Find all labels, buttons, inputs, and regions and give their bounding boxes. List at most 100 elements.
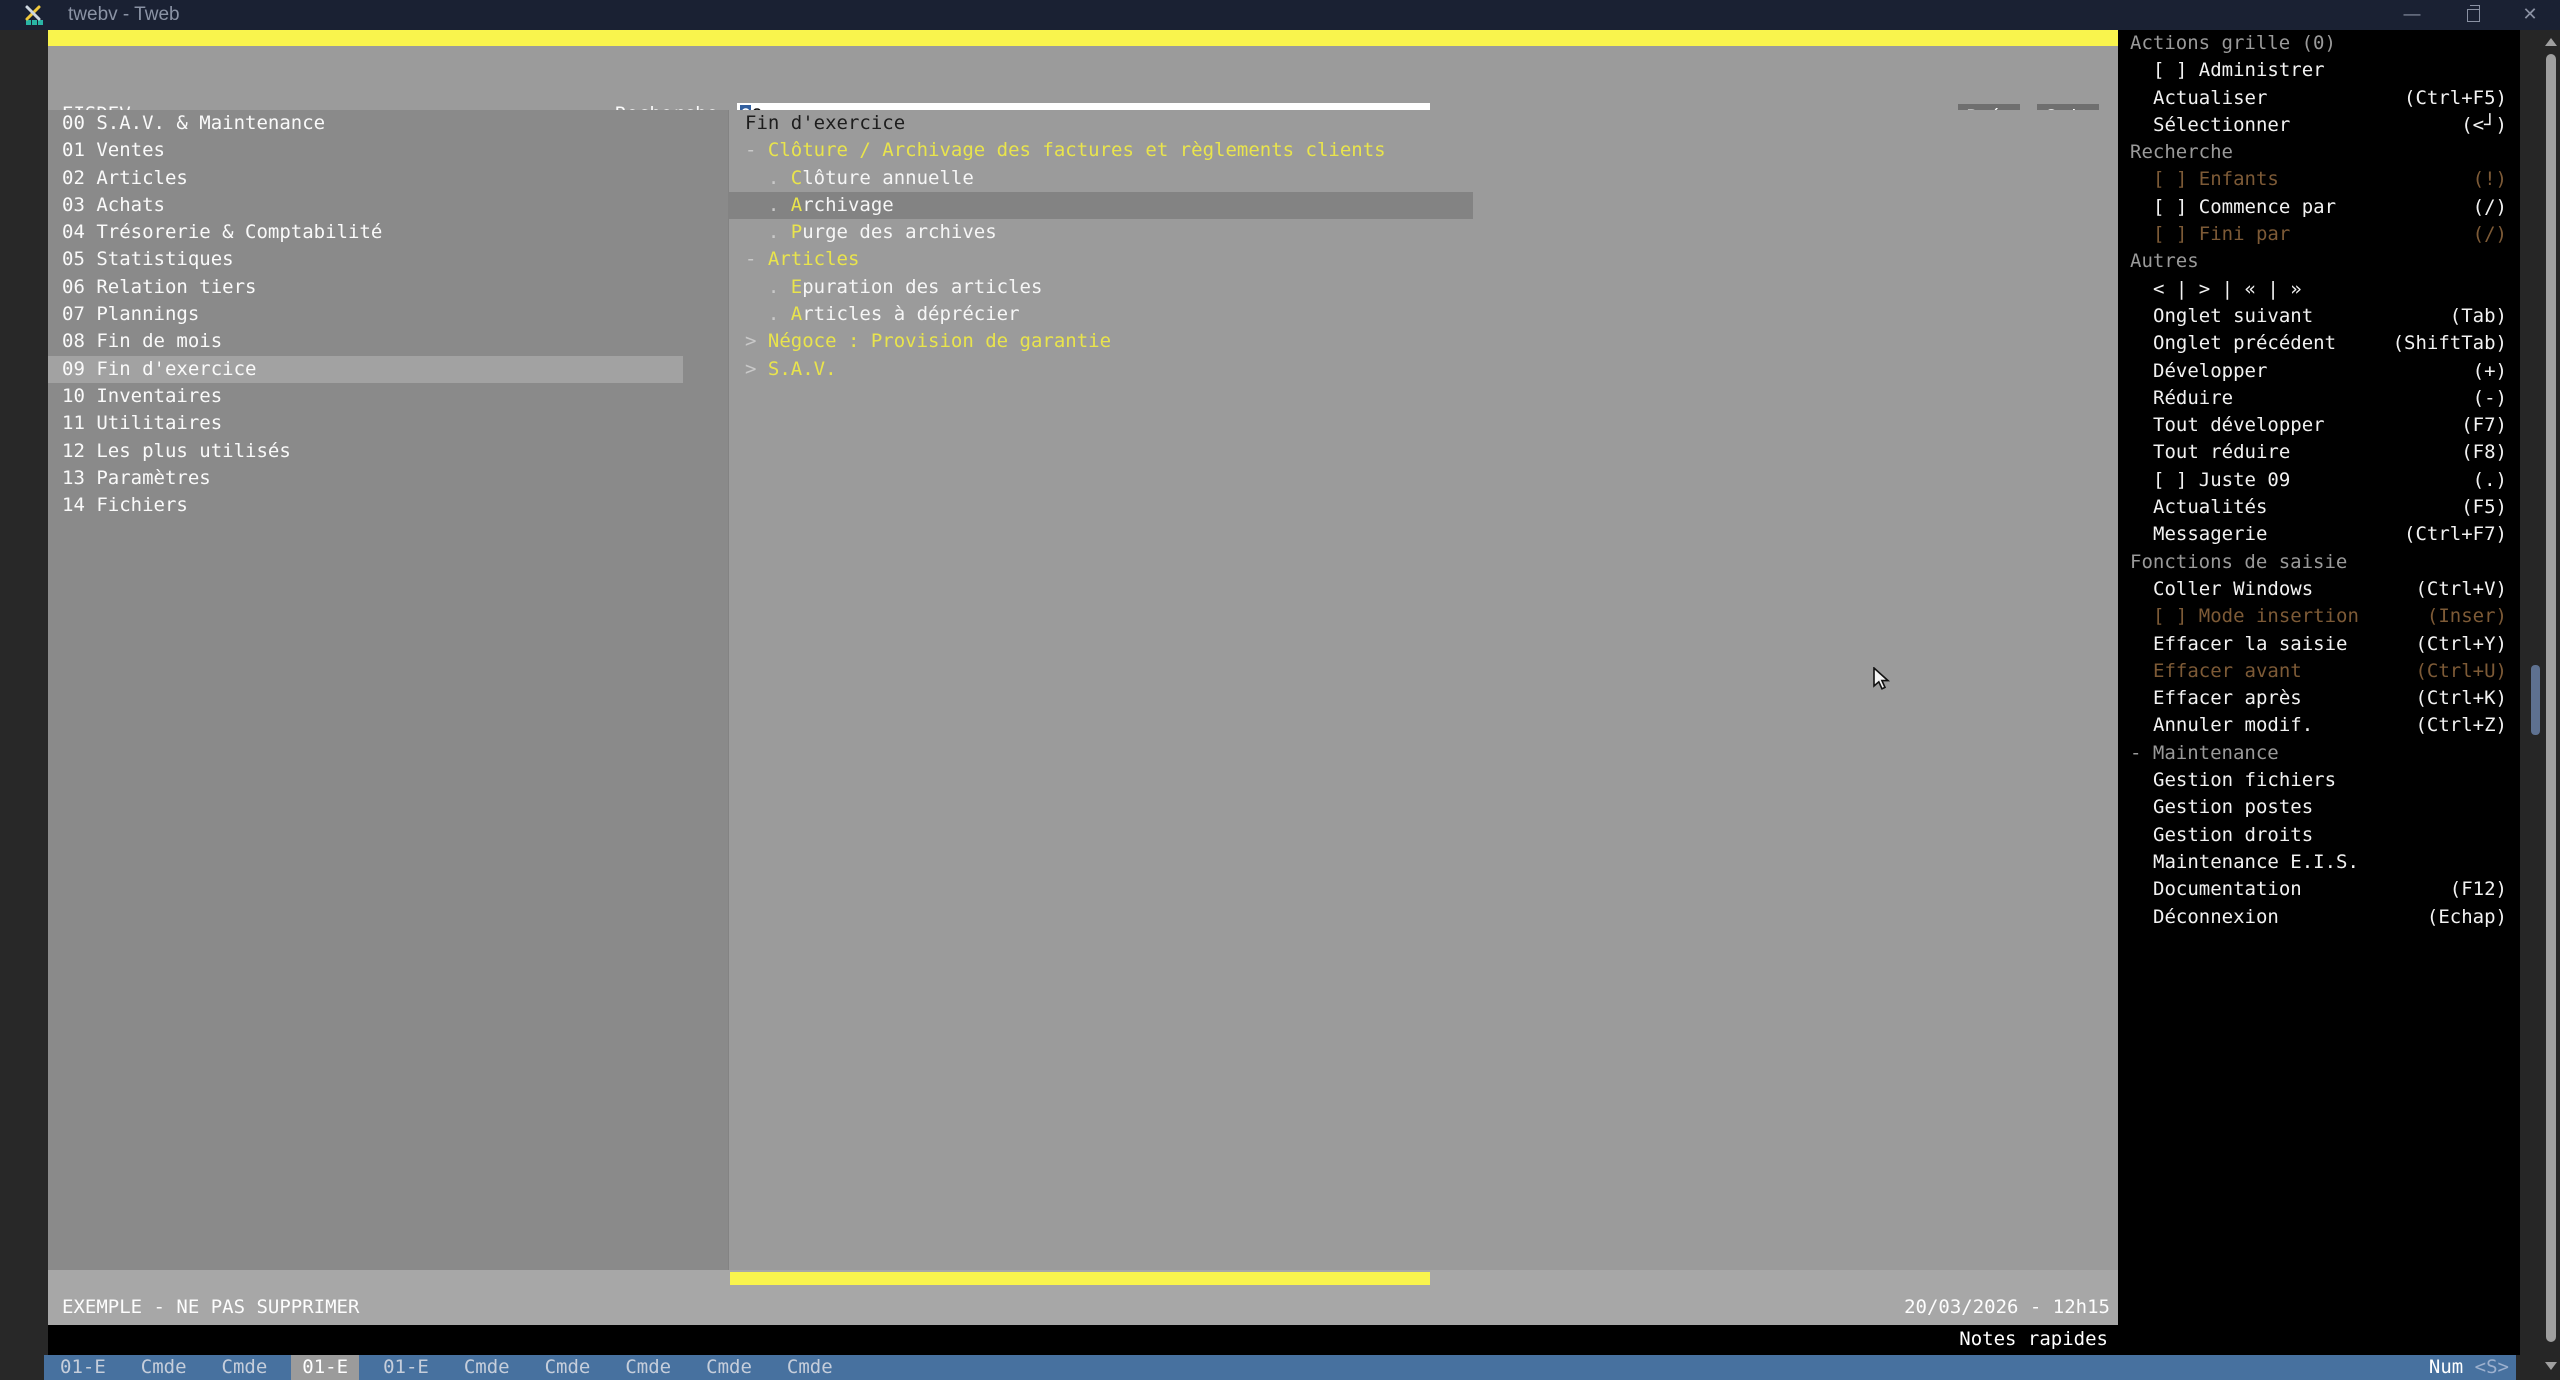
actions-menu-item[interactable]: Documentation(F12) bbox=[2118, 876, 2520, 903]
session-taskbar: 01-E Cmde Cmde 01-E 01-E Cmde Cmde Cmde Cmde Cmde… bbox=[44, 1355, 2516, 1380]
close-button[interactable]: ✕ bbox=[2510, 0, 2550, 30]
num-lock-indicator: Num bbox=[2429, 1356, 2463, 1378]
tree-item[interactable]: . Clôture annuelle bbox=[729, 165, 2118, 192]
menu-item-06[interactable]: 06 Relation tiers bbox=[48, 274, 728, 301]
actions-section-header: Autres bbox=[2118, 248, 2520, 275]
menu-item-08[interactable]: 08 Fin de mois bbox=[48, 328, 728, 355]
actions-panel: Actions grille (0)[ ] AdministrerActuali… bbox=[2118, 30, 2520, 1325]
tree-item[interactable]: - Articles bbox=[729, 246, 2118, 273]
actions-menu-item[interactable]: Gestion postes bbox=[2118, 794, 2520, 821]
tree-item[interactable]: . Archivage bbox=[729, 192, 2118, 219]
session-tabs: 01-E Cmde Cmde 01-E 01-E Cmde Cmde Cmde Cmde Cmde bbox=[44, 1355, 2516, 1380]
actions-menu-item[interactable]: Onglet précédent(ShiftTab) bbox=[2118, 330, 2520, 357]
notes-band: Notes rapides bbox=[48, 1325, 2520, 1355]
menu-item-12[interactable]: 12 Les plus utilisés bbox=[48, 438, 728, 465]
actions-menu-item[interactable]: Réduire(-) bbox=[2118, 385, 2520, 412]
actions-menu-item[interactable]: Déconnexion(Echap) bbox=[2118, 904, 2520, 931]
tree-item[interactable]: . Articles à déprécier bbox=[729, 301, 2118, 328]
horizontal-scrollbar-thumb[interactable] bbox=[730, 1272, 1430, 1285]
mouse-cursor-icon bbox=[1872, 667, 1898, 693]
actions-menu-item[interactable]: Maintenance E.I.S. bbox=[2118, 849, 2520, 876]
datetime-display: 20/03/2026 - 12h15 bbox=[1904, 1294, 2110, 1321]
actions-menu-item[interactable]: [ ] Juste 09(.) bbox=[2118, 467, 2520, 494]
leaf-bullet-icon: . bbox=[745, 221, 791, 243]
actions-menu-item: [ ] Enfants(!) bbox=[2118, 166, 2520, 193]
collapse-icon: - bbox=[745, 139, 768, 161]
actions-menu-item[interactable]: Gestion droits bbox=[2118, 822, 2520, 849]
actions-menu-item: [ ] Mode insertion(Inser) bbox=[2118, 603, 2520, 630]
menu-item-14[interactable]: 14 Fichiers bbox=[48, 492, 728, 519]
submenu-tree-panel: Fin d'exercice- Clôture / Archivage des … bbox=[728, 110, 2118, 1270]
scroll-up-icon[interactable] bbox=[2545, 38, 2557, 46]
tree-root-title: Fin d'exercice bbox=[729, 110, 2118, 137]
actions-menu-item[interactable]: Tout développer(F7) bbox=[2118, 412, 2520, 439]
actions-section-header: Fonctions de saisie bbox=[2118, 549, 2520, 576]
actions-menu-item[interactable]: Gestion fichiers bbox=[2118, 767, 2520, 794]
session-tab-8[interactable]: Cmde bbox=[614, 1355, 682, 1380]
session-tab-4[interactable]: 01-E bbox=[291, 1355, 359, 1380]
window-scrollbar-thumb[interactable] bbox=[2546, 54, 2556, 1342]
tree-item[interactable]: . Epuration des articles bbox=[729, 274, 2118, 301]
expand-icon: > bbox=[745, 358, 768, 380]
actions-section-header: - Maintenance bbox=[2118, 740, 2520, 767]
actions-menu-item[interactable]: Tout réduire(F8) bbox=[2118, 439, 2520, 466]
actions-menu-item: [ ] Fini par(/) bbox=[2118, 221, 2520, 248]
actions-menu-item[interactable]: Effacer la saisie(Ctrl+Y) bbox=[2118, 631, 2520, 658]
scroll-lock-indicator: <S> bbox=[2475, 1356, 2509, 1378]
session-tab-3[interactable]: Cmde bbox=[211, 1355, 279, 1380]
menu-item-00[interactable]: 00 S.A.V. & Maintenance bbox=[48, 110, 728, 137]
menu-item-11[interactable]: 11 Utilitaires bbox=[48, 410, 728, 437]
actions-menu-item[interactable]: Actualités(F5) bbox=[2118, 494, 2520, 521]
menu-item-02[interactable]: 02 Articles bbox=[48, 165, 728, 192]
company-status-text: EXEMPLE - NE PAS SUPPRIMER bbox=[62, 1294, 359, 1321]
session-tab-2[interactable]: Cmde bbox=[130, 1355, 198, 1380]
actions-menu-item[interactable]: [ ] Commence par(/) bbox=[2118, 194, 2520, 221]
actions-menu-item[interactable]: Sélectionner(<┘) bbox=[2118, 112, 2520, 139]
actions-menu-item[interactable]: Effacer après(Ctrl+K) bbox=[2118, 685, 2520, 712]
actions-menu-item[interactable]: Annuler modif.(Ctrl+Z) bbox=[2118, 712, 2520, 739]
actions-section-header: Recherche bbox=[2118, 139, 2520, 166]
quick-notes-label[interactable]: Notes rapides bbox=[1959, 1326, 2108, 1353]
leaf-bullet-icon: . bbox=[745, 167, 791, 189]
tree-item[interactable]: . Purge des archives bbox=[729, 219, 2118, 246]
actions-section-header: Actions grille (0) bbox=[2118, 30, 2520, 57]
actions-menu-item[interactable]: Onglet suivant(Tab) bbox=[2118, 303, 2520, 330]
actions-menu-item: Effacer avant(Ctrl+U) bbox=[2118, 658, 2520, 685]
leaf-bullet-icon: . bbox=[745, 303, 791, 325]
main-menu-panel: 00 S.A.V. & Maintenance01 Ventes02 Artic… bbox=[48, 110, 728, 1270]
actions-menu-item[interactable]: Développer(+) bbox=[2118, 358, 2520, 385]
session-tab-1[interactable]: 01-E bbox=[49, 1355, 117, 1380]
maximize-button[interactable] bbox=[2453, 0, 2493, 30]
actions-menu-item[interactable]: Coller Windows(Ctrl+V) bbox=[2118, 576, 2520, 603]
session-tab-10[interactable]: Cmde bbox=[776, 1355, 844, 1380]
scrollbar-zone bbox=[2520, 30, 2560, 1380]
left-margin bbox=[0, 30, 48, 1380]
menu-item-13[interactable]: 13 Paramètres bbox=[48, 465, 728, 492]
menu-item-05[interactable]: 05 Statistiques bbox=[48, 246, 728, 273]
leaf-bullet-icon: . bbox=[745, 194, 791, 216]
tree-item[interactable]: > Négoce : Provision de garantie bbox=[729, 328, 2118, 355]
session-tab-7[interactable]: Cmde bbox=[534, 1355, 602, 1380]
menu-item-03[interactable]: 03 Achats bbox=[48, 192, 728, 219]
session-tab-9[interactable]: Cmde bbox=[695, 1355, 763, 1380]
actions-menu-item[interactable]: [ ] Administrer bbox=[2118, 57, 2520, 84]
window-title: twebv - Tweb bbox=[68, 0, 180, 30]
actions-menu-item[interactable]: Messagerie(Ctrl+F7) bbox=[2118, 521, 2520, 548]
session-tab-6[interactable]: Cmde bbox=[453, 1355, 521, 1380]
menu-item-01[interactable]: 01 Ventes bbox=[48, 137, 728, 164]
scroll-down-icon[interactable] bbox=[2545, 1362, 2557, 1370]
session-tab-5[interactable]: 01-E bbox=[372, 1355, 440, 1380]
tree-item[interactable]: > S.A.V. bbox=[729, 356, 2118, 383]
collapse-icon: - bbox=[745, 248, 768, 270]
minimize-button[interactable]: — bbox=[2392, 0, 2432, 30]
actions-menu-item[interactable]: < | > | « | » bbox=[2118, 276, 2520, 303]
actions-menu-item[interactable]: Actualiser(Ctrl+F5) bbox=[2118, 85, 2520, 112]
tree-item[interactable]: - Clôture / Archivage des factures et rè… bbox=[729, 137, 2118, 164]
menu-item-10[interactable]: 10 Inventaires bbox=[48, 383, 728, 410]
status-band: EXEMPLE - NE PAS SUPPRIMER 20/03/2026 - … bbox=[48, 1270, 2118, 1325]
panel-scrollbar-thumb[interactable] bbox=[2531, 665, 2540, 735]
menu-item-07[interactable]: 07 Plannings bbox=[48, 301, 728, 328]
menu-item-04[interactable]: 04 Trésorerie & Comptabilité bbox=[48, 219, 728, 246]
keyboard-status: Num <S> bbox=[2429, 1355, 2509, 1380]
menu-item-09[interactable]: 09 Fin d'exercice bbox=[48, 356, 728, 383]
